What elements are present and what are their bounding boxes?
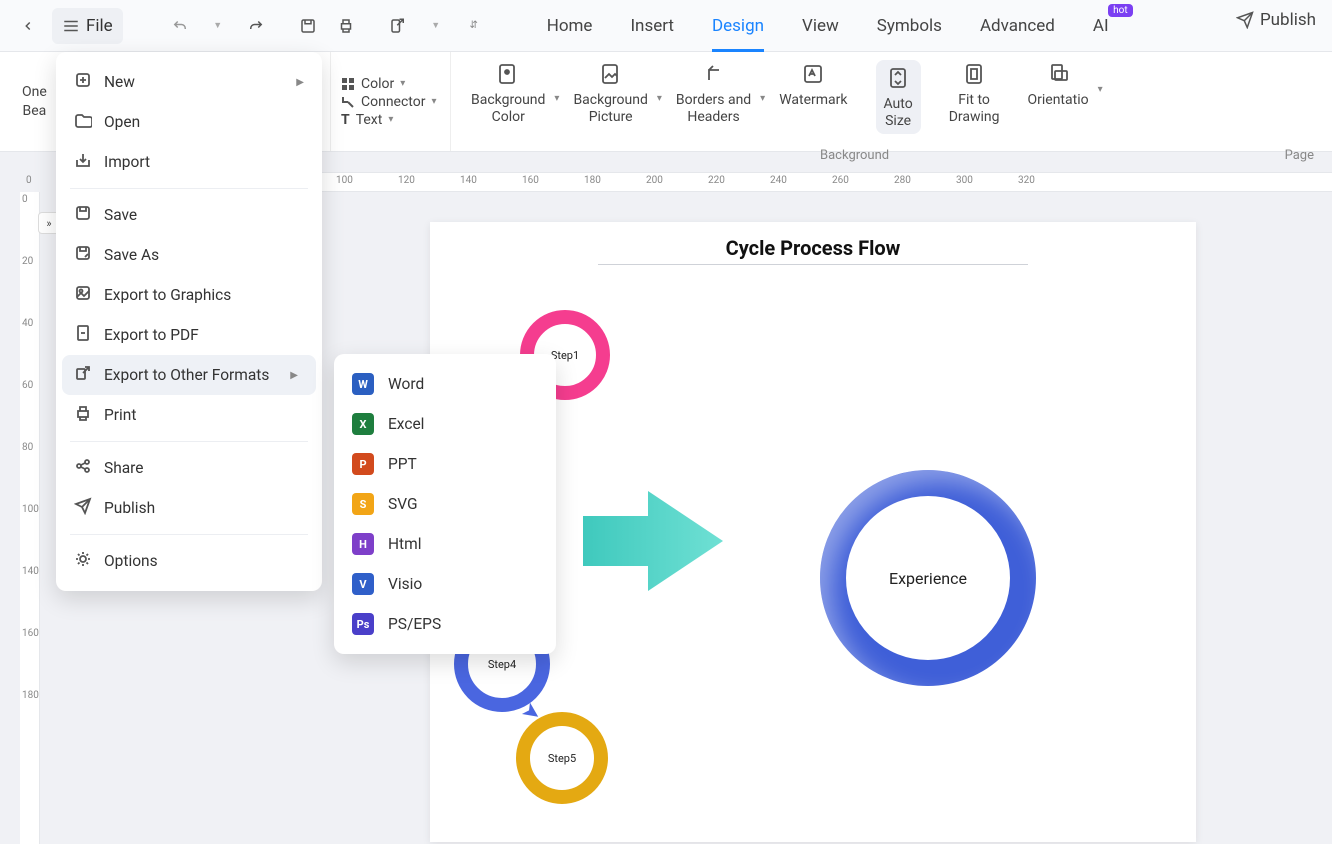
document-title: Cycle Process Flow	[430, 222, 1196, 260]
save-icon	[74, 204, 92, 226]
file-menu-exp-other[interactable]: Export to Other Formats▶	[62, 355, 316, 395]
file-menu: New▶OpenImport SaveSave AsExport to Graph…	[56, 52, 322, 591]
ribbon-borders[interactable]: Borders andHeaders▾	[676, 60, 751, 126]
new-icon	[74, 71, 92, 93]
bg-color-icon	[494, 60, 522, 88]
export-submenu: WWordXExcelPPPTSSVGHHtmlVVisioPsPS/EPS	[334, 354, 556, 654]
export-quick-button[interactable]	[381, 9, 415, 43]
back-button[interactable]	[10, 8, 46, 44]
step5-ring[interactable]: Step5	[516, 712, 608, 804]
bg-picture-icon	[597, 60, 625, 88]
experience-ring[interactable]: Experience	[820, 470, 1036, 686]
menu-tabs: Home Insert Design View Symbols Advanced AIhot	[547, 0, 1109, 52]
tab-design[interactable]: Design	[712, 0, 764, 52]
theme-label: OneBea	[22, 83, 47, 119]
tab-advanced[interactable]: Advanced	[980, 0, 1055, 52]
ppt-icon: P	[352, 453, 374, 475]
file-menu-saveas[interactable]: Save As	[56, 235, 322, 275]
tab-home[interactable]: Home	[547, 0, 593, 52]
publish-icon	[74, 497, 92, 519]
ribbon-fit[interactable]: Fit toDrawing	[949, 60, 1000, 126]
undo-button[interactable]	[163, 9, 197, 43]
title-underline	[598, 264, 1028, 265]
file-label: File	[86, 16, 113, 36]
color-dropdown[interactable]: Color▾	[341, 76, 450, 92]
tab-view[interactable]: View	[802, 0, 839, 52]
export-quick-dropdown[interactable]: ▼	[419, 9, 453, 43]
file-menu-button[interactable]: File	[52, 8, 123, 44]
file-menu-options[interactable]: Options	[56, 541, 322, 581]
html-icon: H	[352, 533, 374, 555]
ps-icon: Ps	[352, 613, 374, 635]
print-quick-button[interactable]	[329, 9, 363, 43]
large-arrow-icon	[578, 486, 728, 596]
excel-icon: X	[352, 413, 374, 435]
tab-insert[interactable]: Insert	[630, 0, 674, 52]
ribbon-background-group: BackgroundColor▾ BackgroundPicture▾ Border…	[450, 52, 1089, 151]
ribbon-orientation[interactable]: Orientatio▾	[1028, 60, 1089, 109]
word-icon: W	[352, 373, 374, 395]
file-menu-publish[interactable]: Publish	[56, 488, 322, 528]
file-menu-share[interactable]: Share	[56, 448, 322, 488]
connector-dropdown[interactable]: Connector▾	[341, 94, 450, 110]
ruler-vertical: 020406080100140160180	[20, 192, 40, 844]
ribbon-autosize[interactable]: AutoSize	[876, 60, 921, 134]
print-icon	[74, 404, 92, 426]
options-icon	[74, 550, 92, 572]
saveas-icon	[74, 244, 92, 266]
orientation-icon	[1044, 60, 1072, 88]
export-word[interactable]: WWord	[334, 364, 556, 404]
submenu-arrow-icon: ▶	[290, 370, 298, 381]
exp-other-icon	[74, 364, 92, 386]
import-icon	[74, 151, 92, 173]
export-excel[interactable]: XExcel	[334, 404, 556, 444]
open-icon	[74, 111, 92, 133]
ribbon-bg-color[interactable]: BackgroundColor▾	[471, 60, 545, 126]
ribbon-watermark[interactable]: Watermark	[779, 60, 847, 109]
export-visio[interactable]: VVisio	[334, 564, 556, 604]
file-menu-print[interactable]: Print	[56, 395, 322, 435]
export-ps[interactable]: PsPS/EPS	[334, 604, 556, 644]
dropdown-caret[interactable]: ▾	[554, 93, 559, 104]
file-menu-save[interactable]: Save	[56, 195, 322, 235]
publish-button[interactable]: Publish	[1236, 10, 1316, 30]
tab-symbols[interactable]: Symbols	[877, 0, 942, 52]
dropdown-caret[interactable]: ▾	[657, 93, 662, 104]
ribbon-bg-picture[interactable]: BackgroundPicture▾	[573, 60, 647, 126]
qat-customize[interactable]: ⇵	[457, 9, 491, 43]
dropdown-caret[interactable]: ▾	[760, 93, 765, 104]
group-label-page: Page	[1285, 148, 1314, 163]
borders-icon	[700, 60, 728, 88]
save-quick-button[interactable]	[291, 9, 325, 43]
undo-dropdown[interactable]: ▼	[201, 9, 235, 43]
exp-graphics-icon	[74, 284, 92, 306]
fit-icon	[960, 60, 988, 88]
share-icon	[74, 457, 92, 479]
submenu-arrow-icon: ▶	[296, 77, 304, 88]
file-menu-import[interactable]: Import	[56, 142, 322, 182]
tab-ai[interactable]: AIhot	[1093, 0, 1109, 52]
export-svg[interactable]: SSVG	[334, 484, 556, 524]
text-dropdown[interactable]: TText▾	[341, 112, 450, 128]
watermark-icon	[799, 60, 827, 88]
export-html[interactable]: HHtml	[334, 524, 556, 564]
dropdown-caret[interactable]: ▾	[1098, 84, 1103, 95]
hot-badge: hot	[1108, 4, 1132, 17]
file-menu-exp-graphics[interactable]: Export to Graphics	[56, 275, 322, 315]
svg-icon: S	[352, 493, 374, 515]
autosize-icon	[884, 64, 912, 92]
redo-button[interactable]	[239, 9, 273, 43]
visio-icon: V	[352, 573, 374, 595]
exp-pdf-icon	[74, 324, 92, 346]
export-ppt[interactable]: PPPT	[334, 444, 556, 484]
file-menu-exp-pdf[interactable]: Export to PDF	[56, 315, 322, 355]
file-menu-new[interactable]: New▶	[56, 62, 322, 102]
page-style-group: Color▾ Connector▾ TText▾	[330, 52, 450, 151]
file-menu-open[interactable]: Open	[56, 102, 322, 142]
group-label-background: Background	[820, 148, 889, 163]
